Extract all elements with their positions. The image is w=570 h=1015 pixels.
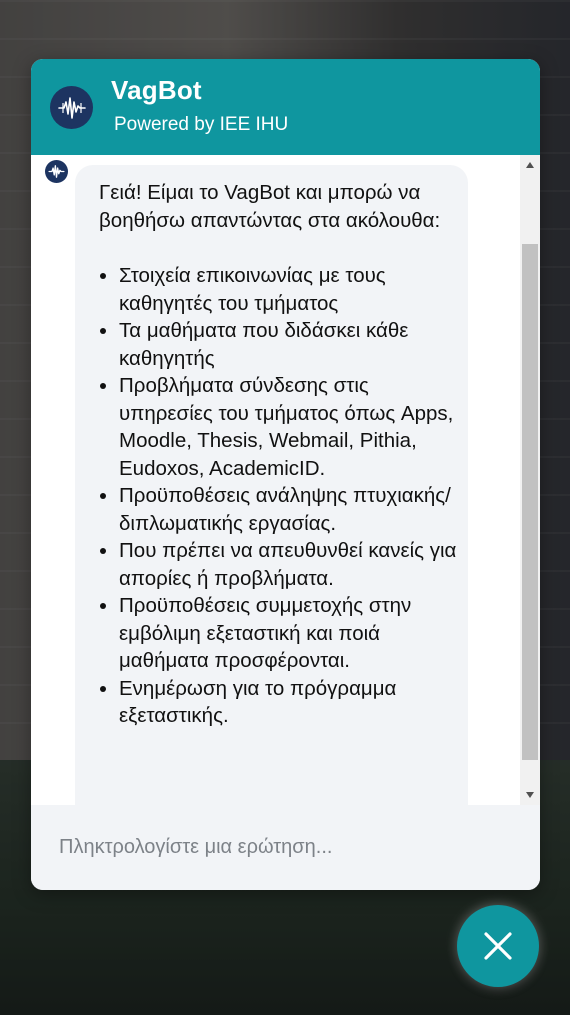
arrow-down-icon [526, 792, 534, 798]
message-list-items: Στοιχεία επικοινωνίας με τους καθηγητές … [99, 262, 458, 730]
bot-waveform-icon [48, 165, 65, 178]
bot-waveform-icon [57, 96, 86, 119]
chat-window: VagBot Powered by IEE IHU Γειά! Είμαι το… [31, 59, 540, 890]
arrow-up-icon [526, 162, 534, 168]
chat-header: VagBot Powered by IEE IHU [31, 59, 540, 155]
message-list[interactable]: Γειά! Είμαι το VagBot και μπορώ να βοηθή… [31, 155, 540, 805]
message-intro: Γειά! Είμαι το VagBot και μπορώ να βοηθή… [99, 181, 441, 232]
list-item: Ενημέρωση για το πρόγραμμα εξεταστικής. [119, 675, 458, 730]
input-area [31, 805, 540, 890]
question-input[interactable] [45, 827, 529, 867]
bot-avatar [50, 86, 93, 129]
chat-subtitle: Powered by IEE IHU [114, 114, 289, 135]
chat-title: VagBot [111, 75, 202, 105]
list-item: Τα μαθήματα που διδάσκει κάθε καθηγητής [119, 317, 458, 372]
scroll-up-button[interactable] [520, 155, 540, 175]
list-item: Προϋποθέσεις συμμετοχής στην εμβόλιμη εξ… [119, 592, 458, 675]
list-item: Που πρέπει να απευθυνθεί κανείς για απορ… [119, 537, 458, 592]
message-scrollbar[interactable] [520, 155, 540, 805]
scroll-down-button[interactable] [520, 785, 540, 805]
message-avatar [45, 160, 68, 183]
close-icon [484, 932, 512, 960]
scrollbar-thumb[interactable] [522, 244, 538, 760]
bot-message-bubble: Γειά! Είμαι το VagBot και μπορώ να βοηθή… [75, 165, 468, 805]
list-item: Στοιχεία επικοινωνίας με τους καθηγητές … [119, 262, 458, 317]
list-item: Προϋποθέσεις ανάληψης πτυχιακής/διπλωματ… [119, 482, 458, 537]
close-chat-button[interactable] [457, 905, 539, 987]
list-item: Προβλήματα σύνδεσης στις υπηρεσίες του τ… [119, 372, 458, 482]
